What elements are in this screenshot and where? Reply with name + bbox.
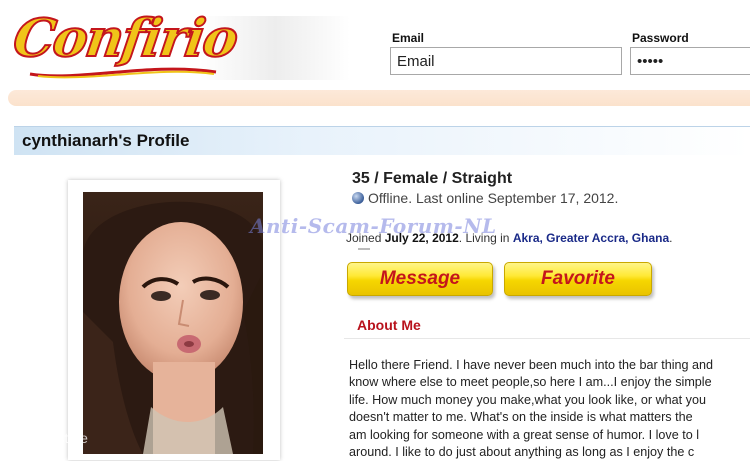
about-line: am looking for someone with a great sens…	[349, 427, 700, 442]
profile-photo-image	[83, 192, 263, 454]
about-line: know where else to meet people,so here I…	[349, 375, 712, 390]
password-input[interactable]	[630, 47, 750, 75]
about-me-text: Hello there Friend. I have never been mu…	[349, 357, 750, 461]
location-link[interactable]: Akra, Greater Accra, Ghana	[513, 231, 669, 245]
about-line: Hello there Friend. I have never been mu…	[349, 358, 714, 372]
living-prefix: . Living in	[458, 231, 510, 245]
online-status: Offline. Last online September 17, 2012.	[352, 190, 618, 206]
profile-title-bar: cynthianarh's Profile	[14, 126, 750, 155]
password-label: Password	[632, 31, 689, 45]
profile-title: cynthianarh's Profile	[22, 131, 190, 150]
joined-date: July 22, 2012	[384, 231, 459, 245]
email-input[interactable]	[390, 47, 622, 75]
footer-watermark: rnist.de	[42, 430, 88, 446]
message-button[interactable]: Message	[347, 262, 493, 296]
joined-prefix: Joined	[346, 231, 382, 245]
joined-info: Joined July 22, 2012. Living in Akra, Gr…	[346, 231, 672, 245]
location-suffix: .	[669, 231, 673, 245]
about-divider	[344, 338, 750, 339]
site-header: Confirio Email Password	[0, 0, 750, 92]
profile-demographics: 35 / Female / Straight	[352, 170, 513, 187]
header-divider-bar	[8, 90, 750, 106]
about-line: around. I like to do just about anything…	[349, 445, 695, 460]
profile-photo[interactable]	[83, 192, 263, 454]
about-me-heading: About Me	[357, 317, 421, 333]
profile-photo-frame	[68, 180, 280, 460]
online-status-text: Offline. Last online September 17, 2012.	[368, 190, 619, 206]
about-line: doesn't matter to me. What's on the insi…	[349, 410, 693, 425]
logo-swoosh-icon	[29, 67, 217, 79]
decorative-dash	[358, 248, 370, 250]
email-label: Email	[392, 31, 425, 45]
about-line: life. How much money you make,what you l…	[349, 392, 706, 407]
offline-status-icon	[352, 192, 364, 204]
favorite-button[interactable]: Favorite	[504, 262, 652, 296]
